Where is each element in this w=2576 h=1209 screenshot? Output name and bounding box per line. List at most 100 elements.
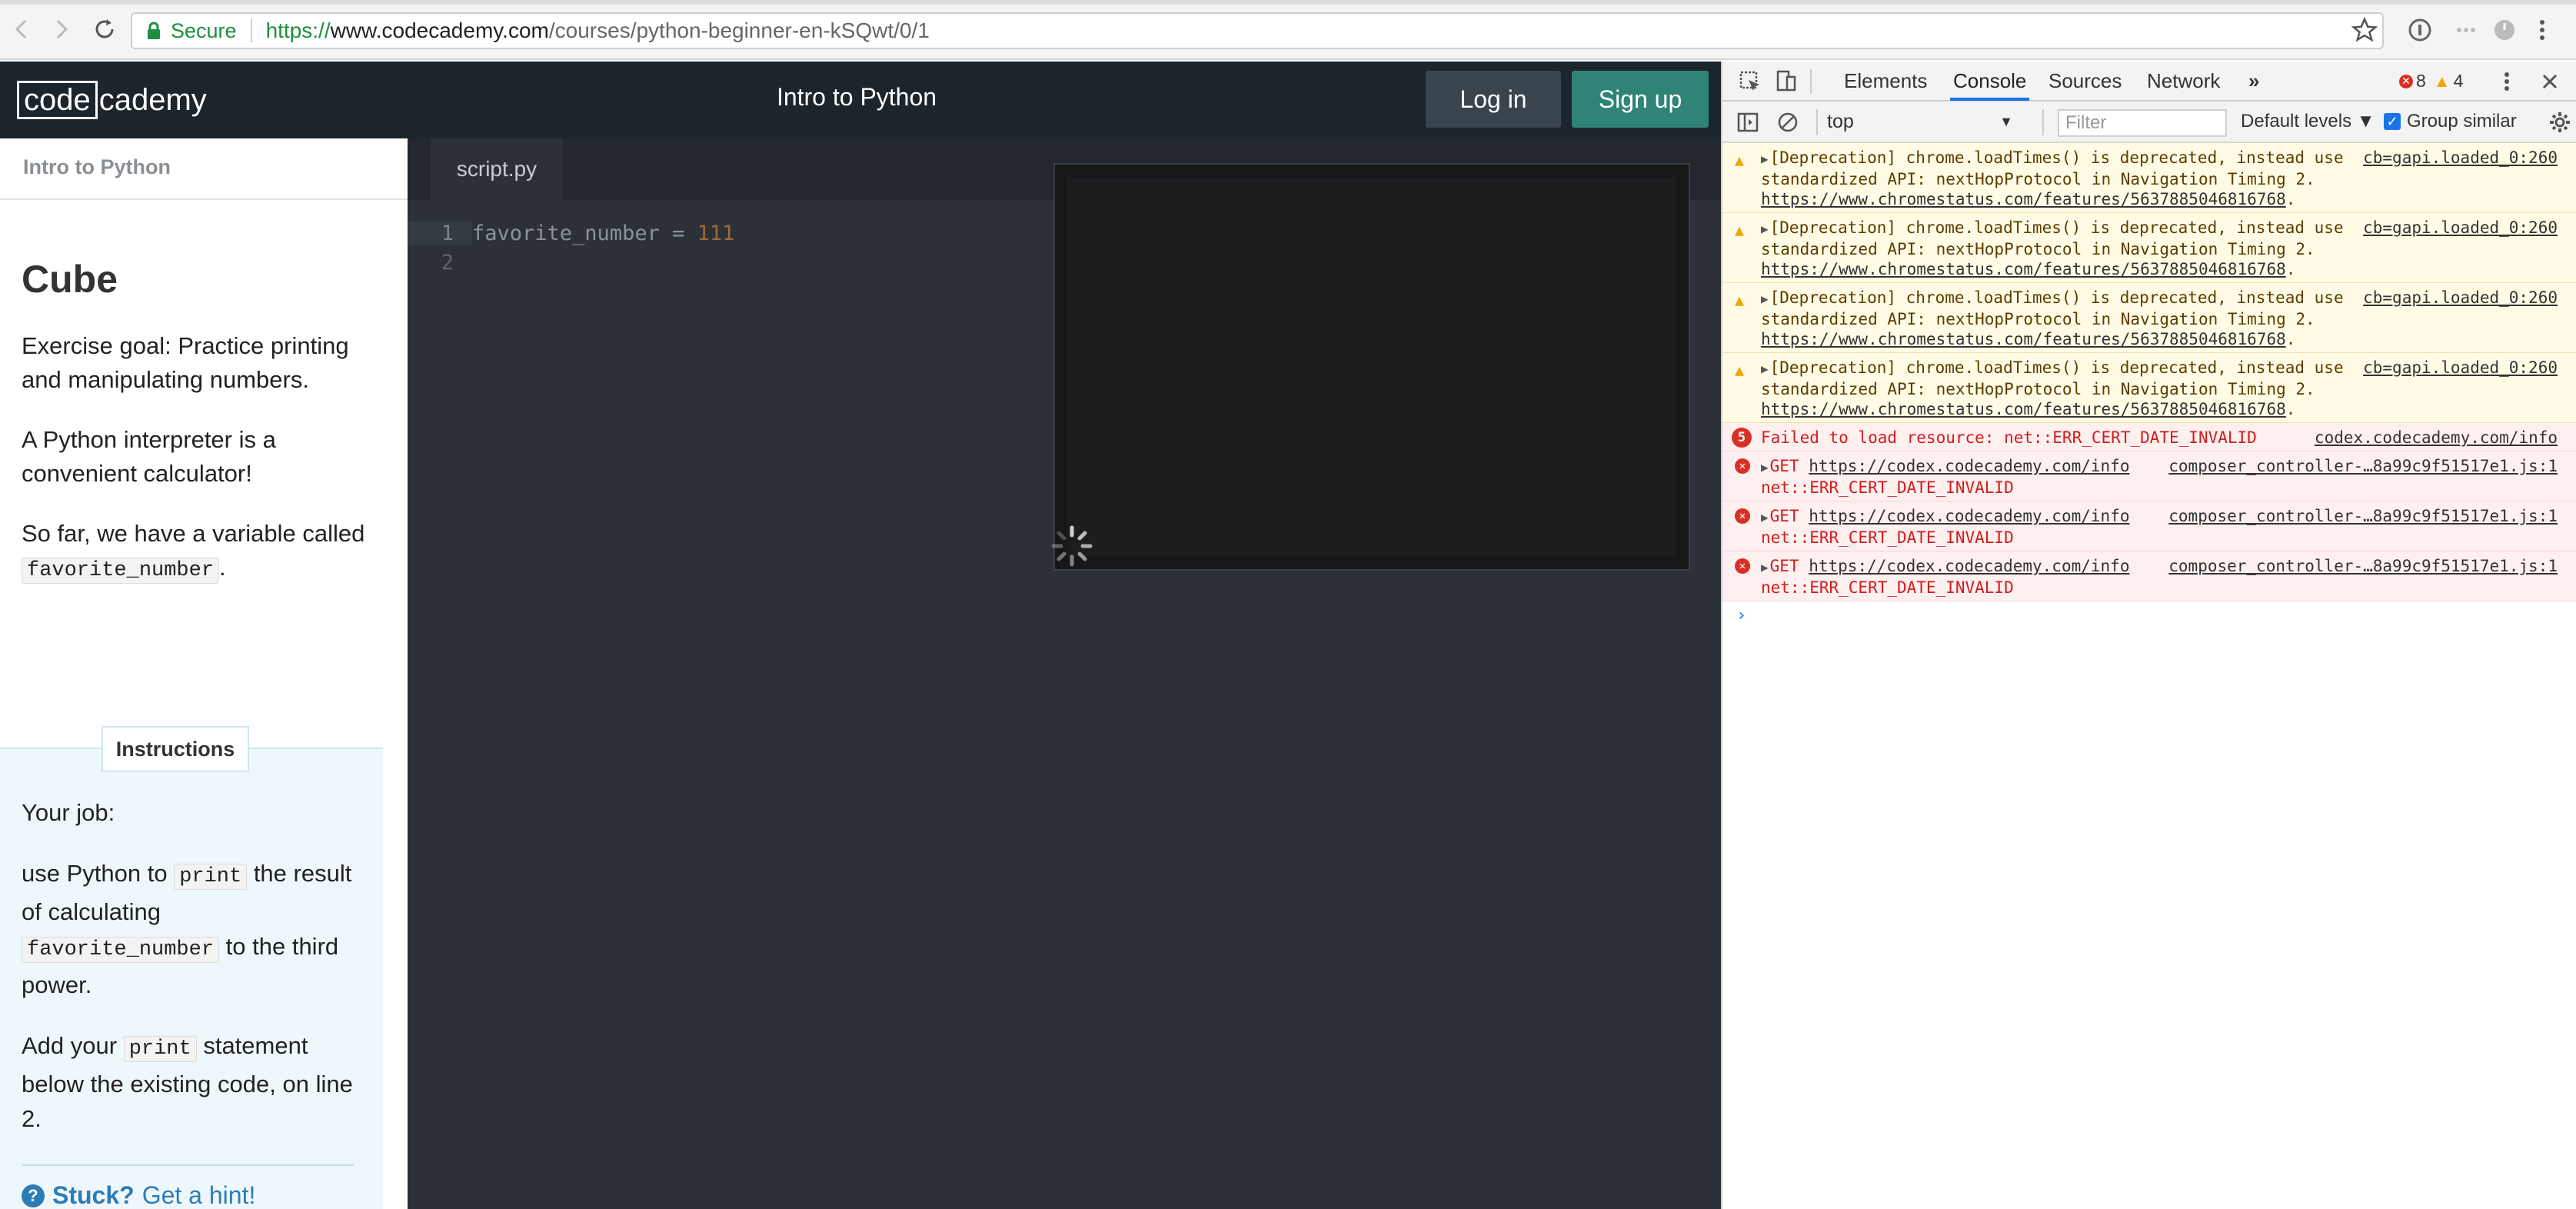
bookmark-star-icon[interactable]: [2351, 17, 2378, 43]
hint-row[interactable]: ? Stuck? Get a hint!: [22, 1164, 354, 1209]
warning-count: 4: [2453, 71, 2464, 91]
toolbar-divider: [2042, 109, 2044, 135]
console-error-get[interactable]: ✕ composer_controller-…8a99c9f51517e1.js…: [1722, 551, 2576, 601]
filter-input[interactable]: Filter: [2058, 109, 2227, 137]
warning-triangle-icon: ▲: [1735, 291, 1745, 309]
codecademy-page: code cademy Intro to Python Log in Sign u…: [0, 62, 1721, 1209]
extension-power-icon[interactable]: [2491, 17, 2518, 43]
message-source-link[interactable]: cb=gapi.loaded_0:260: [2363, 218, 2558, 238]
console-settings-gear-icon[interactable]: [2548, 111, 2571, 134]
reload-button[interactable]: [86, 11, 123, 48]
message-source-link[interactable]: cb=gapi.loaded_0:260: [2363, 148, 2558, 168]
tab-elements[interactable]: Elements: [1841, 68, 1930, 95]
error-count-badge: 5: [1732, 428, 1752, 448]
tab-network[interactable]: Network: [2144, 68, 2223, 95]
message-link[interactable]: https://www.chromestatus.com/features/56…: [1761, 260, 2286, 278]
request-url[interactable]: https://codex.codecademy.com/info: [1809, 557, 2129, 575]
message-source-link[interactable]: composer_controller-…8a99c9f51517e1.js:1: [2168, 506, 2558, 526]
warning-triangle-icon: ▲: [1735, 151, 1745, 169]
secure-indicator[interactable]: Secure: [146, 19, 237, 43]
url-text: https://www.codecademy.com/courses/pytho…: [266, 18, 930, 43]
message-text: [Deprecation] chrome.loadTimes() is depr…: [1761, 148, 2344, 188]
console-warning[interactable]: ▲ cb=gapi.loaded_0:260 ▶[Deprecation] ch…: [1722, 143, 2576, 213]
error-circle-icon: ✕: [1735, 458, 1750, 474]
message-source-link[interactable]: codex.codecademy.com/info: [2315, 428, 2558, 448]
console-error-failed-resource[interactable]: 5 codex.codecademy.com/info Failed to lo…: [1722, 423, 2576, 451]
message-source-link[interactable]: composer_controller-…8a99c9f51517e1.js:1: [2168, 456, 2558, 476]
sidebar-toggle-icon[interactable]: [1736, 111, 1759, 134]
lesson-content: Cube Exercise goal: Practice printing an…: [0, 200, 408, 588]
message-text: [Deprecation] chrome.loadTimes() is depr…: [1761, 218, 2344, 258]
context-selector[interactable]: top ▼: [1827, 108, 2019, 135]
address-bar[interactable]: Secure https://www.codecademy.com/course…: [131, 12, 2384, 49]
browser-toolbar: Secure https://www.codecademy.com/course…: [0, 0, 2576, 60]
request-method: GET: [1769, 557, 1799, 575]
lesson-title: Cube: [22, 258, 118, 301]
file-tab-script-py[interactable]: script.py: [431, 138, 563, 200]
code-editor[interactable]: script.py 1 favorite_number = 111 2: [408, 138, 1721, 1209]
devtools-menu-icon[interactable]: [2499, 69, 2514, 94]
inline-code: favorite_number: [22, 937, 220, 963]
message-text: Failed to load resource: net::ERR_CERT_D…: [1761, 428, 2257, 447]
message-link[interactable]: https://www.chromestatus.com/features/56…: [1761, 190, 2286, 208]
more-tabs-button[interactable]: »: [2245, 68, 2262, 95]
message-link[interactable]: https://www.chromestatus.com/features/56…: [1761, 400, 2286, 418]
tab-sources[interactable]: Sources: [2045, 68, 2125, 95]
group-similar-toggle[interactable]: ✓ Group similar: [2384, 111, 2517, 132]
request-method: GET: [1769, 457, 1799, 475]
code-token-operator: =: [659, 221, 697, 245]
log-levels-dropdown[interactable]: Default levels ▼: [2241, 111, 2375, 132]
expand-arrow-icon: ▶: [1761, 460, 1769, 475]
warning-triangle-icon: ▲: [1735, 361, 1745, 379]
message-source-link[interactable]: cb=gapi.loaded_0:260: [2363, 358, 2558, 378]
console-warning[interactable]: ▲ cb=gapi.loaded_0:260 ▶[Deprecation] ch…: [1722, 283, 2576, 353]
login-button[interactable]: Log in: [1426, 71, 1561, 128]
site-header: code cademy Intro to Python Log in Sign u…: [0, 62, 1721, 138]
message-link[interactable]: https://www.chromestatus.com/features/56…: [1761, 330, 2286, 348]
devtools-panel: Elements Console Sources Network » ✕ 8 ▲…: [1721, 62, 2576, 1209]
code-line-2[interactable]: 2: [408, 248, 472, 277]
inspect-element-icon[interactable]: [1738, 69, 1762, 94]
message-source-link[interactable]: cb=gapi.loaded_0:260: [2363, 288, 2558, 308]
close-devtools-icon[interactable]: [2538, 69, 2562, 94]
error-icon: ✕: [2399, 74, 2413, 88]
console-error-get[interactable]: ✕ composer_controller-…8a99c9f51517e1.js…: [1722, 451, 2576, 501]
console-prompt[interactable]: ›: [1722, 601, 2576, 625]
get-hint-link[interactable]: Get a hint!: [142, 1181, 256, 1209]
expand-arrow-icon: ▶: [1761, 291, 1769, 306]
url-separator: [250, 19, 252, 42]
console-error-get[interactable]: ✕ composer_controller-…8a99c9f51517e1.js…: [1722, 501, 2576, 551]
request-url[interactable]: https://codex.codecademy.com/info: [1809, 457, 2129, 475]
lesson-breadcrumb[interactable]: Intro to Python: [0, 138, 408, 200]
signup-button[interactable]: Sign up: [1572, 71, 1709, 128]
extension-dots-icon[interactable]: [2453, 17, 2479, 43]
lesson-paragraph: A Python interpreter is a convenient cal…: [22, 426, 276, 487]
devtools-tab-bar: Elements Console Sources Network » ✕ 8 ▲…: [1722, 62, 2576, 102]
instructions-paragraph: Your job:: [22, 799, 115, 826]
inline-code: favorite_number: [22, 558, 220, 584]
extension-info-icon[interactable]: [2407, 17, 2433, 43]
forward-button[interactable]: [43, 11, 80, 48]
clear-console-icon[interactable]: [1776, 111, 1799, 134]
device-toolbar-icon[interactable]: [1773, 69, 1798, 94]
code-token-variable: favorite_number: [472, 221, 660, 245]
url-scheme: https://: [265, 18, 331, 42]
message-source-link[interactable]: composer_controller-…8a99c9f51517e1.js:1: [2168, 556, 2558, 576]
url-host: www.codecademy.com: [330, 18, 549, 42]
issue-counts[interactable]: ✕ 8 ▲ 4: [2399, 71, 2463, 92]
output-terminal-body: [1067, 177, 1676, 557]
request-url[interactable]: https://codex.codecademy.com/info: [1809, 507, 2129, 525]
loading-spinner-icon: [1051, 525, 1093, 567]
inline-code: print: [174, 864, 248, 890]
line-number: 2: [441, 250, 454, 275]
console-warning[interactable]: ▲ cb=gapi.loaded_0:260 ▶[Deprecation] ch…: [1722, 353, 2576, 423]
browser-menu-icon[interactable]: [2534, 17, 2550, 43]
code-line-1[interactable]: 1 favorite_number = 111: [408, 218, 734, 248]
back-arrow-icon: [15, 19, 27, 39]
instructions-paragraph: Add your print statement below the exist…: [22, 1032, 353, 1132]
back-button[interactable]: [3, 11, 40, 48]
tab-console[interactable]: Console: [1950, 68, 2030, 101]
console-warning[interactable]: ▲ cb=gapi.loaded_0:260 ▶[Deprecation] ch…: [1722, 213, 2576, 283]
error-code: net::ERR_CERT_DATE_INVALID: [1761, 478, 2014, 497]
console-messages: ▲ cb=gapi.loaded_0:260 ▶ [Deprecation] ch…: [1722, 143, 2576, 625]
